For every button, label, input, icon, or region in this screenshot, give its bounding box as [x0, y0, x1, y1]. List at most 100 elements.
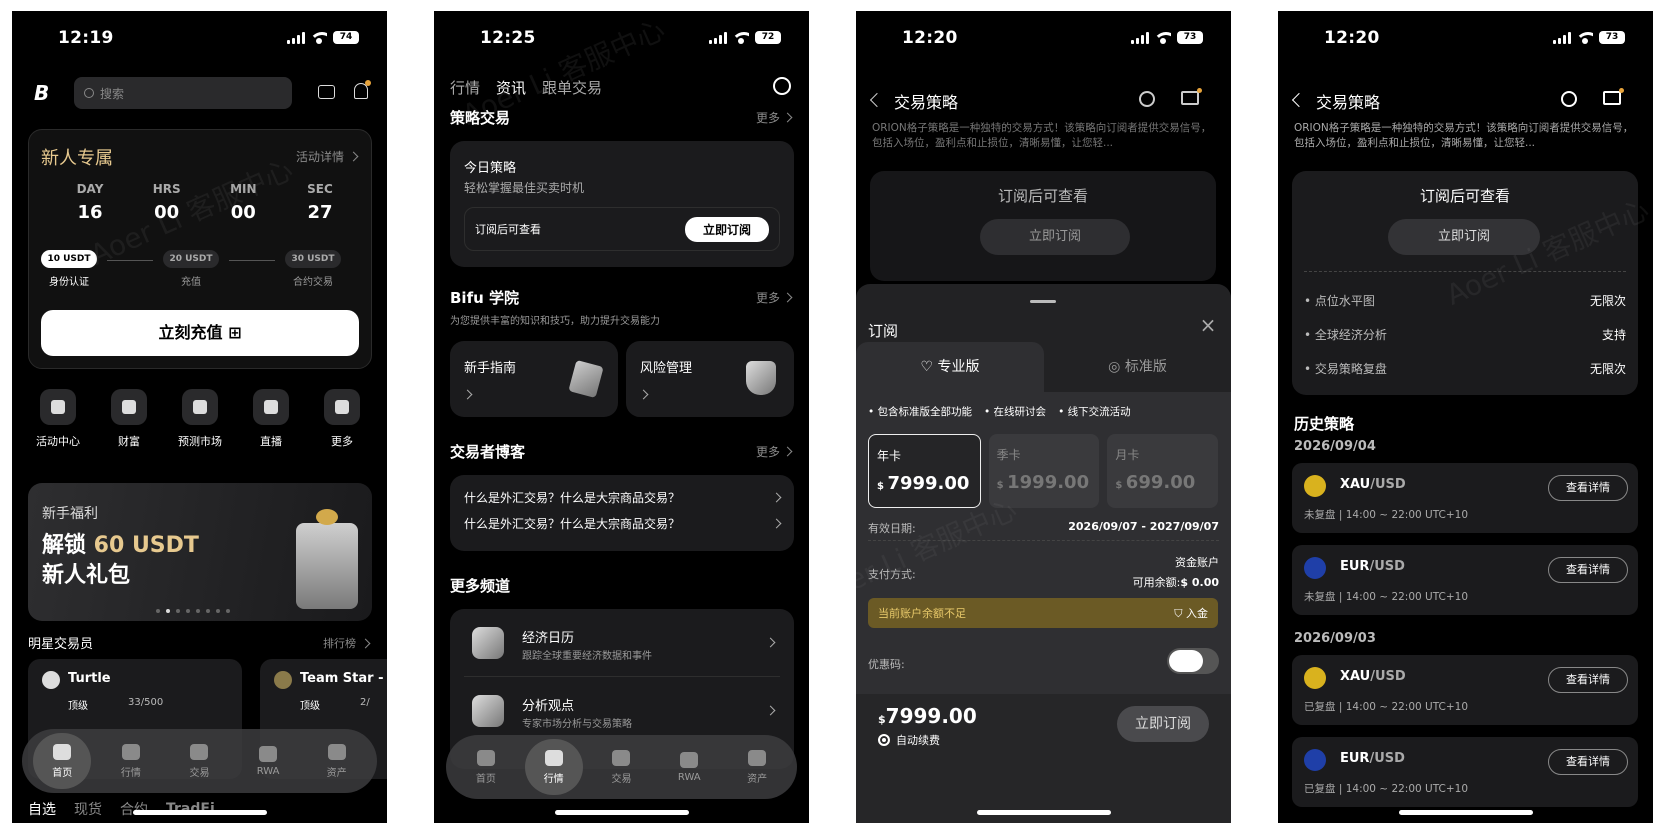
locked-subscribe-button[interactable]: 立即订阅 [980, 219, 1130, 255]
view-details-button[interactable]: 查看详情 [1548, 667, 1628, 693]
gift-icon: ⊞ [228, 323, 242, 342]
mail-icon[interactable] [1603, 88, 1624, 105]
view-details-button[interactable]: 查看详情 [1548, 475, 1628, 501]
shortcut-live[interactable]: 直播 [241, 389, 301, 449]
tab-market[interactable]: 行情 [524, 739, 583, 795]
sheet-grabber[interactable] [1030, 300, 1056, 303]
search-icon[interactable] [1561, 91, 1577, 107]
strategy-description: ORION格子策略是一种独特的交易方式！该策略向订阅者提供交易信号，包括入场位，… [1294, 122, 1634, 149]
today-strategy-locked-row: 订阅后可查看 立即订阅 [464, 207, 780, 251]
shortcut-more[interactable]: 更多 [312, 389, 372, 449]
plan-option[interactable]: 季卡 $ 1999.00 [988, 434, 1100, 508]
subscribe-now-button[interactable]: 立即订阅 [684, 216, 769, 242]
history-item[interactable]: XAU/USD 未复盘 | 14:00 ~ 22:00 UTC+10 查看详情 [1292, 463, 1638, 533]
market-tab[interactable]: 合约 [120, 799, 148, 819]
history-item[interactable]: EUR/USD 已复盘 | 14:00 ~ 22:00 UTC+10 查看详情 [1292, 737, 1638, 807]
recharge-button[interactable]: 立刻充值 ⊞ [41, 310, 359, 356]
channel-item[interactable]: 经济日历 跟踪全球重要经济数据和事件 [464, 609, 780, 677]
blog-card: 什么是外汇交易？什么是大宗商品交易？ 什么是外汇交易？什么是大宗商品交易？ [450, 475, 794, 551]
tab-label: 资产 [747, 773, 768, 785]
market-icon [544, 749, 563, 766]
blog-item[interactable]: 什么是外汇交易？什么是大宗商品交易？ [464, 489, 782, 506]
activity-details-link[interactable]: 活动详情 [296, 148, 359, 165]
back-icon[interactable] [1291, 92, 1307, 108]
star-traders-title: 明星交易员 [28, 637, 94, 652]
home-indicator [132, 810, 267, 815]
deposit-link[interactable]: ⛉ 入金 [1174, 605, 1208, 621]
top-tab[interactable]: 资讯 [496, 77, 526, 98]
signal-icon [1553, 31, 1571, 44]
countdown-value: 16 [77, 202, 103, 223]
app-logo[interactable]: B [34, 81, 49, 105]
home-icon [53, 743, 72, 760]
tab-assets[interactable]: 资产 [308, 743, 366, 779]
payment-account[interactable]: 资金账户 [1175, 554, 1219, 570]
tab-standard[interactable]: ◎ 标准版 [1044, 342, 1231, 392]
submit-subscribe-button[interactable]: 立即订阅 [1117, 706, 1209, 742]
tab-trade[interactable]: 交易 [170, 743, 228, 779]
message-icon[interactable] [318, 85, 335, 99]
shortcut-prediction[interactable]: 预测市场 [170, 389, 230, 449]
history-date: 2026/09/04 [1294, 439, 1376, 454]
history-item[interactable]: XAU/USD 已复盘 | 14:00 ~ 22:00 UTC+10 查看详情 [1292, 655, 1638, 725]
academy-more-link[interactable]: 更多 [756, 289, 793, 306]
plan-option[interactable]: 月卡 $ 699.00 [1107, 434, 1219, 508]
tab-rwa[interactable]: RWA [660, 751, 718, 783]
tab-assets[interactable]: 资产 [728, 749, 786, 785]
shortcut-coins[interactable]: 财富 [99, 389, 159, 449]
avatar [42, 671, 60, 689]
shortcut-gift[interactable]: 活动中心 [28, 389, 88, 449]
signal-icon [709, 31, 727, 44]
blog-more-link[interactable]: 更多 [756, 443, 793, 460]
market-tab[interactable]: 现货 [74, 799, 102, 819]
top-tab[interactable]: 跟单交易 [542, 77, 602, 98]
bell-icon[interactable] [354, 80, 371, 99]
newcomer-banner[interactable]: 新手福利 解锁 60 USDT 新人礼包 [28, 483, 372, 621]
market-icon [121, 743, 140, 760]
market-tab[interactable]: 自选 [28, 799, 56, 819]
search-icon [84, 88, 94, 98]
pair-name: EUR/USD [1340, 751, 1405, 766]
countdown-value: 00 [154, 202, 180, 223]
search-input[interactable]: 搜索 [74, 77, 292, 109]
academy-item-risk[interactable]: 风险管理 [626, 341, 794, 417]
tab-pro[interactable]: ♡ 专业版 [856, 342, 1044, 392]
level-badge: 顶级 [300, 701, 320, 712]
locked-subscribe-button[interactable]: 立即订阅 [1388, 219, 1540, 255]
plan-option[interactable]: 年卡 $ 7999.00 [868, 434, 981, 508]
home-icon [476, 749, 495, 766]
tab-market[interactable]: 行情 [102, 743, 160, 779]
mail-icon[interactable] [1181, 88, 1202, 105]
leaderboard-link[interactable]: 排行榜 [323, 635, 371, 651]
feature-row: • 交易策略复盘 无限次 [1304, 361, 1626, 376]
search-icon[interactable] [1139, 91, 1155, 107]
feature-item: • 线下交流活动 [1058, 406, 1131, 418]
top-tab[interactable]: 行情 [450, 77, 480, 98]
close-icon[interactable]: × [1199, 315, 1217, 335]
tab-home[interactable]: 首页 [457, 749, 515, 785]
coupon-toggle[interactable] [1167, 648, 1219, 674]
trader-name: Team Star - [300, 671, 384, 686]
view-details-button[interactable]: 查看详情 [1548, 557, 1628, 583]
target-icon: ◎ [1108, 359, 1121, 375]
valid-date-label: 有效日期: [868, 522, 916, 535]
reward-label: 合约交易 [293, 277, 333, 288]
blog-title: 交易者博客 [450, 443, 526, 461]
search-icon[interactable] [773, 77, 791, 95]
page-title: 交易策略 [894, 93, 959, 112]
chevron-right-icon [771, 518, 782, 529]
tab-rwa[interactable]: RWA [239, 745, 297, 777]
plan-name: 月卡 [1115, 448, 1140, 462]
back-icon[interactable] [869, 92, 885, 108]
signal-icon [287, 31, 305, 44]
tab-trade[interactable]: 交易 [592, 749, 650, 785]
today-strategy-card[interactable]: 今日策略 轻松掌握最佳买卖时机 订阅后可查看 立即订阅 [450, 141, 794, 267]
tab-home[interactable]: 首页 [33, 733, 92, 789]
academy-item-beginner[interactable]: 新手指南 [450, 341, 618, 417]
strategy-more-link[interactable]: 更多 [756, 109, 793, 126]
auto-renew-radio[interactable]: 自动续费 [878, 732, 940, 748]
blog-item[interactable]: 什么是外汇交易？什么是大宗商品交易？ [464, 515, 782, 532]
view-details-button[interactable]: 查看详情 [1548, 749, 1628, 775]
strategy-section-title: 策略交易 [450, 109, 511, 127]
history-item[interactable]: EUR/USD 未复盘 | 14:00 ~ 22:00 UTC+10 查看详情 [1292, 545, 1638, 615]
